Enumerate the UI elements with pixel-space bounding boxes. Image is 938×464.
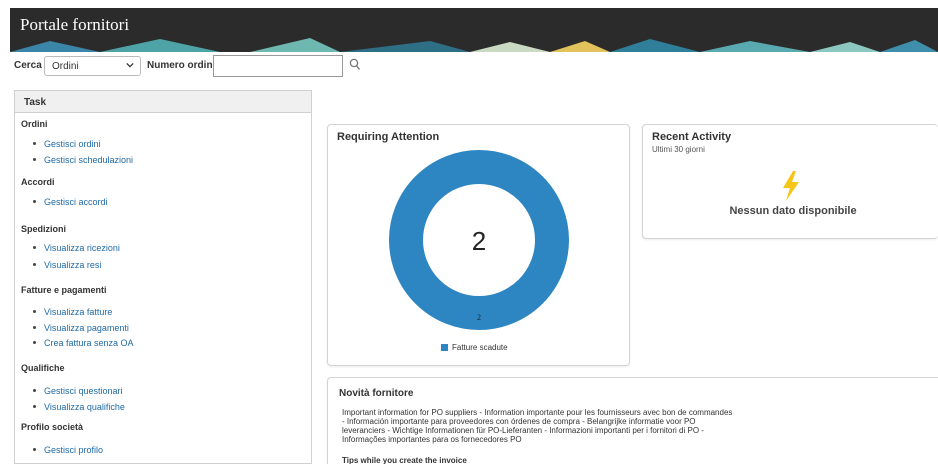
task-link-gestisci-profilo[interactable]: Gestisci profilo — [33, 445, 103, 455]
lightning-icon — [783, 171, 799, 201]
search-category-select[interactable]: Ordini — [44, 56, 141, 76]
task-section-qualifiche: Qualifiche — [21, 363, 65, 373]
donut-chart[interactable]: 2 2 — [328, 125, 631, 367]
task-link-visualizza-fatture[interactable]: Visualizza fatture — [33, 307, 112, 317]
order-number-label: Numero ordine — [147, 60, 219, 71]
search-bar: Cerca Ordini Numero ordine — [14, 55, 934, 77]
app-header: Portale fornitori — [10, 8, 938, 52]
news-line: leveranciers - Wichtige Informationen fü… — [342, 426, 704, 435]
task-link-visualizza-resi[interactable]: Visualizza resi — [33, 260, 101, 270]
news-line: Important information for PO suppliers -… — [342, 408, 733, 417]
task-section-profilo-societa: Profilo società — [21, 422, 84, 432]
legend-swatch — [441, 344, 448, 351]
donut-legend: Fatture scadute — [441, 343, 508, 352]
search-category-value: Ordini — [52, 61, 79, 72]
task-section-accordi: Accordi — [21, 177, 55, 187]
task-section-ordini: Ordini — [21, 119, 48, 129]
task-link-gestisci-schedulazioni[interactable]: Gestisci schedulazioni — [33, 155, 133, 165]
task-link-crea-fattura[interactable]: Crea fattura senza OA — [33, 338, 134, 348]
header-banner-graphic — [10, 8, 938, 52]
search-icon[interactable] — [349, 58, 361, 72]
requiring-attention-card: Requiring Attention 2 2 Fatture scadute — [327, 124, 630, 366]
no-data-message: Nessun dato disponibile — [729, 205, 857, 217]
news-line: - Información importante para proveedore… — [342, 417, 696, 426]
donut-below-value: 2 — [477, 313, 481, 322]
recent-activity-card: Recent Activity Ultimi 30 giorni Nessun … — [642, 124, 938, 239]
news-tips-heading: Tips while you create the invoice — [342, 456, 467, 464]
recent-activity-title: Recent Activity — [652, 131, 732, 143]
news-line: Informações importantes para os forneced… — [342, 435, 522, 444]
task-section-spedizioni: Spedizioni — [21, 224, 66, 234]
task-section-fatture-pagamenti: Fatture e pagamenti — [21, 285, 107, 295]
recent-activity-subtitle: Ultimi 30 giorni — [652, 145, 705, 154]
supplier-news-title: Novità fornitore — [339, 388, 414, 399]
legend-label: Fatture scadute — [452, 343, 508, 352]
donut-center-value: 2 — [472, 226, 486, 256]
task-link-gestisci-accordi[interactable]: Gestisci accordi — [33, 197, 108, 207]
task-link-visualizza-pagamenti[interactable]: Visualizza pagamenti — [33, 323, 129, 333]
task-link-visualizza-qualifiche[interactable]: Visualizza qualifiche — [33, 402, 125, 412]
task-panel: Task Ordini Gestisci ordini Gestisci sch… — [14, 90, 312, 464]
chevron-down-icon — [126, 62, 134, 68]
task-link-gestisci-ordini[interactable]: Gestisci ordini — [33, 139, 101, 149]
order-number-input[interactable] — [213, 55, 343, 77]
task-panel-title: Task — [15, 91, 311, 113]
task-link-visualizza-ricezioni[interactable]: Visualizza ricezioni — [33, 243, 120, 253]
supplier-news-card: Novità fornitore Important information f… — [327, 377, 938, 464]
search-category-label: Cerca — [14, 60, 42, 71]
task-link-gestisci-questionari[interactable]: Gestisci questionari — [33, 386, 123, 396]
supplier-news-text: Important information for PO suppliers -… — [342, 408, 862, 444]
app-title: Portale fornitori — [20, 15, 130, 34]
